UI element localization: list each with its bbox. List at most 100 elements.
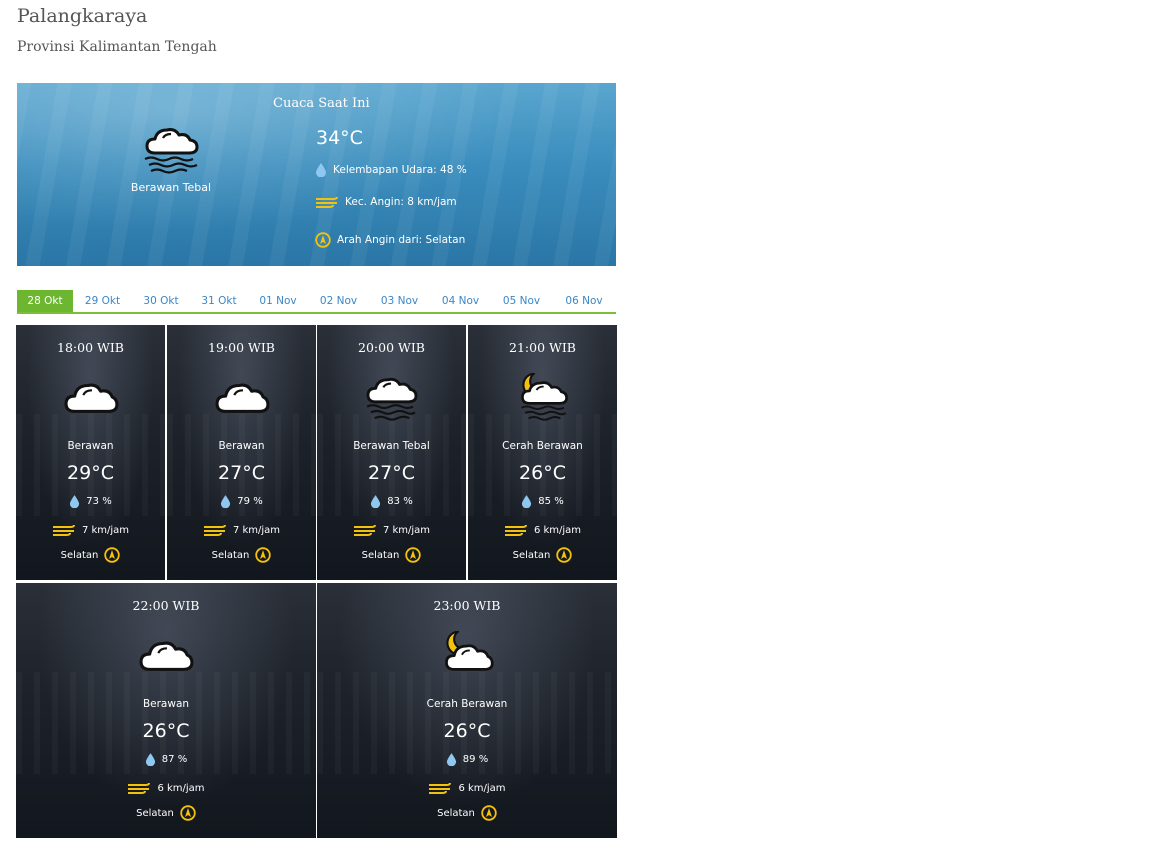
date-tabs: 28 Okt 29 Okt 30 Okt 31 Okt 01 Nov 02 No… <box>17 290 616 314</box>
wind-icon <box>504 524 527 536</box>
wind-icon <box>316 196 338 208</box>
forecast-wind-row: 7 km/jam <box>317 524 466 536</box>
forecast-direction: Selatan <box>512 549 551 561</box>
water-drop-icon <box>522 495 532 508</box>
forecast-temperature: 27°C <box>218 462 265 484</box>
moon-cloud-icon <box>438 631 496 679</box>
cloud-icon <box>62 373 120 421</box>
forecast-wind: 7 km/jam <box>232 524 281 536</box>
tab-05-nov[interactable]: 05 Nov <box>491 290 552 312</box>
cloud-icon <box>213 373 271 421</box>
wind-icon <box>128 782 151 794</box>
city-name: Palangkaraya <box>17 5 148 27</box>
current-wind-row: Kec. Angin: 8 km/jam <box>315 196 457 208</box>
water-drop-icon <box>221 495 231 508</box>
forecast-direction-row: Selatan <box>317 805 617 821</box>
forecast-humidity: 79 % <box>237 496 263 507</box>
current-condition: Berawan Tebal <box>130 181 212 194</box>
forecast-condition: Berawan Tebal <box>353 440 430 452</box>
tab-06-nov[interactable]: 06 Nov <box>552 290 616 312</box>
current-wind-direction: Arah Angin dari: Selatan <box>337 234 466 246</box>
forecast-humidity: 73 % <box>86 496 112 507</box>
water-drop-icon <box>70 495 80 508</box>
cloud-fog-icon <box>141 123 201 175</box>
forecast-wind-row: 6 km/jam <box>468 524 617 536</box>
compass-arrow-icon <box>104 547 121 563</box>
forecast-humidity-row: 73 % <box>16 495 165 508</box>
forecast-wind: 6 km/jam <box>157 782 205 794</box>
forecast-direction-row: Selatan <box>16 805 316 821</box>
forecast-humidity-row: 89 % <box>317 753 617 766</box>
forecast-temperature: 26°C <box>443 720 491 742</box>
forecast-direction: Selatan <box>136 807 174 819</box>
forecast-direction: Selatan <box>361 549 400 561</box>
forecast-direction-row: Selatan <box>468 547 617 563</box>
forecast-wind: 7 km/jam <box>81 524 130 536</box>
tab-29-okt[interactable]: 29 Okt <box>73 290 132 312</box>
water-drop-icon <box>316 163 326 177</box>
forecast-wind-row: 6 km/jam <box>16 782 316 794</box>
forecast-wind: 7 km/jam <box>382 524 431 536</box>
compass-arrow-icon <box>481 805 497 821</box>
tab-03-nov[interactable]: 03 Nov <box>369 290 430 312</box>
current-humidity-row: Kelembapan Udara: 48 % <box>315 163 467 177</box>
water-drop-icon <box>371 495 381 508</box>
forecast-temperature: 26°C <box>142 720 190 742</box>
forecast-wind-row: 7 km/jam <box>16 524 165 536</box>
forecast-humidity: 89 % <box>462 754 489 765</box>
current-wind-direction-row: Arah Angin dari: Selatan <box>315 232 465 248</box>
forecast-wind: 6 km/jam <box>533 524 582 536</box>
water-drop-icon <box>145 753 155 766</box>
tab-30-okt[interactable]: 30 Okt <box>132 290 190 312</box>
tab-02-nov[interactable]: 02 Nov <box>308 290 369 312</box>
forecast-time: 23:00 WIB <box>433 598 501 613</box>
forecast-wind-row: 6 km/jam <box>317 782 617 794</box>
forecast-wind-row: 7 km/jam <box>167 524 316 536</box>
current-humidity: Kelembapan Udara: 48 % <box>333 164 467 176</box>
forecast-condition: Berawan <box>142 698 190 710</box>
tab-01-nov[interactable]: 01 Nov <box>248 290 308 312</box>
forecast-humidity-row: 79 % <box>167 495 316 508</box>
wind-icon <box>203 524 226 536</box>
tab-31-okt[interactable]: 31 Okt <box>190 290 248 312</box>
forecast-condition: Cerah Berawan <box>502 440 583 452</box>
current-weather-panel: Cuaca Saat Ini Berawan Tebal 34°C Kelemb… <box>17 83 616 266</box>
compass-arrow-icon <box>180 805 196 821</box>
forecast-temperature: 27°C <box>368 462 415 484</box>
current-weather-title: Cuaca Saat Ini <box>273 96 370 111</box>
forecast-card-1900: 19:00 WIB Berawan 27°C 79 % 7 km/jam Sel… <box>167 325 316 580</box>
tab-04-nov[interactable]: 04 Nov <box>430 290 491 312</box>
water-drop-icon <box>446 753 456 766</box>
forecast-humidity-row: 87 % <box>16 753 316 766</box>
forecast-direction: Selatan <box>60 549 99 561</box>
compass-arrow-icon <box>556 547 573 563</box>
forecast-direction-row: Selatan <box>317 547 466 563</box>
forecast-humidity: 85 % <box>538 496 564 507</box>
wind-icon <box>52 524 75 536</box>
compass-arrow-icon <box>255 547 272 563</box>
province-name: Provinsi Kalimantan Tengah <box>17 39 217 55</box>
wind-icon <box>429 782 452 794</box>
tab-28-okt[interactable]: 28 Okt <box>17 290 73 312</box>
forecast-temperature: 26°C <box>519 462 566 484</box>
forecast-time: 19:00 WIB <box>208 340 275 355</box>
forecast-condition: Cerah Berawan <box>426 698 508 710</box>
moon-cloud-fog-icon <box>514 373 572 421</box>
forecast-humidity-row: 85 % <box>468 495 617 508</box>
forecast-condition: Berawan <box>218 440 265 452</box>
current-wind-speed: Kec. Angin: 8 km/jam <box>345 196 457 208</box>
forecast-direction: Selatan <box>211 549 250 561</box>
forecast-card-2100: 21:00 WIB Cerah Berawan 26°C 85 % 6 km/j… <box>468 325 617 580</box>
forecast-card-2200: 22:00 WIB Berawan 26°C 87 % 6 km/jam Sel… <box>16 583 316 838</box>
forecast-card-2300: 23:00 WIB Cerah Berawan 26°C 89 % 6 km/j… <box>317 583 617 838</box>
forecast-wind: 6 km/jam <box>458 782 506 794</box>
forecast-condition: Berawan <box>67 440 114 452</box>
forecast-time: 22:00 WIB <box>132 598 200 613</box>
forecast-time: 20:00 WIB <box>358 340 425 355</box>
forecast-humidity: 83 % <box>387 496 413 507</box>
compass-arrow-icon <box>405 547 422 563</box>
forecast-direction: Selatan <box>437 807 475 819</box>
compass-arrow-icon <box>315 232 331 248</box>
cloud-icon <box>137 631 195 679</box>
forecast-direction-row: Selatan <box>16 547 165 563</box>
